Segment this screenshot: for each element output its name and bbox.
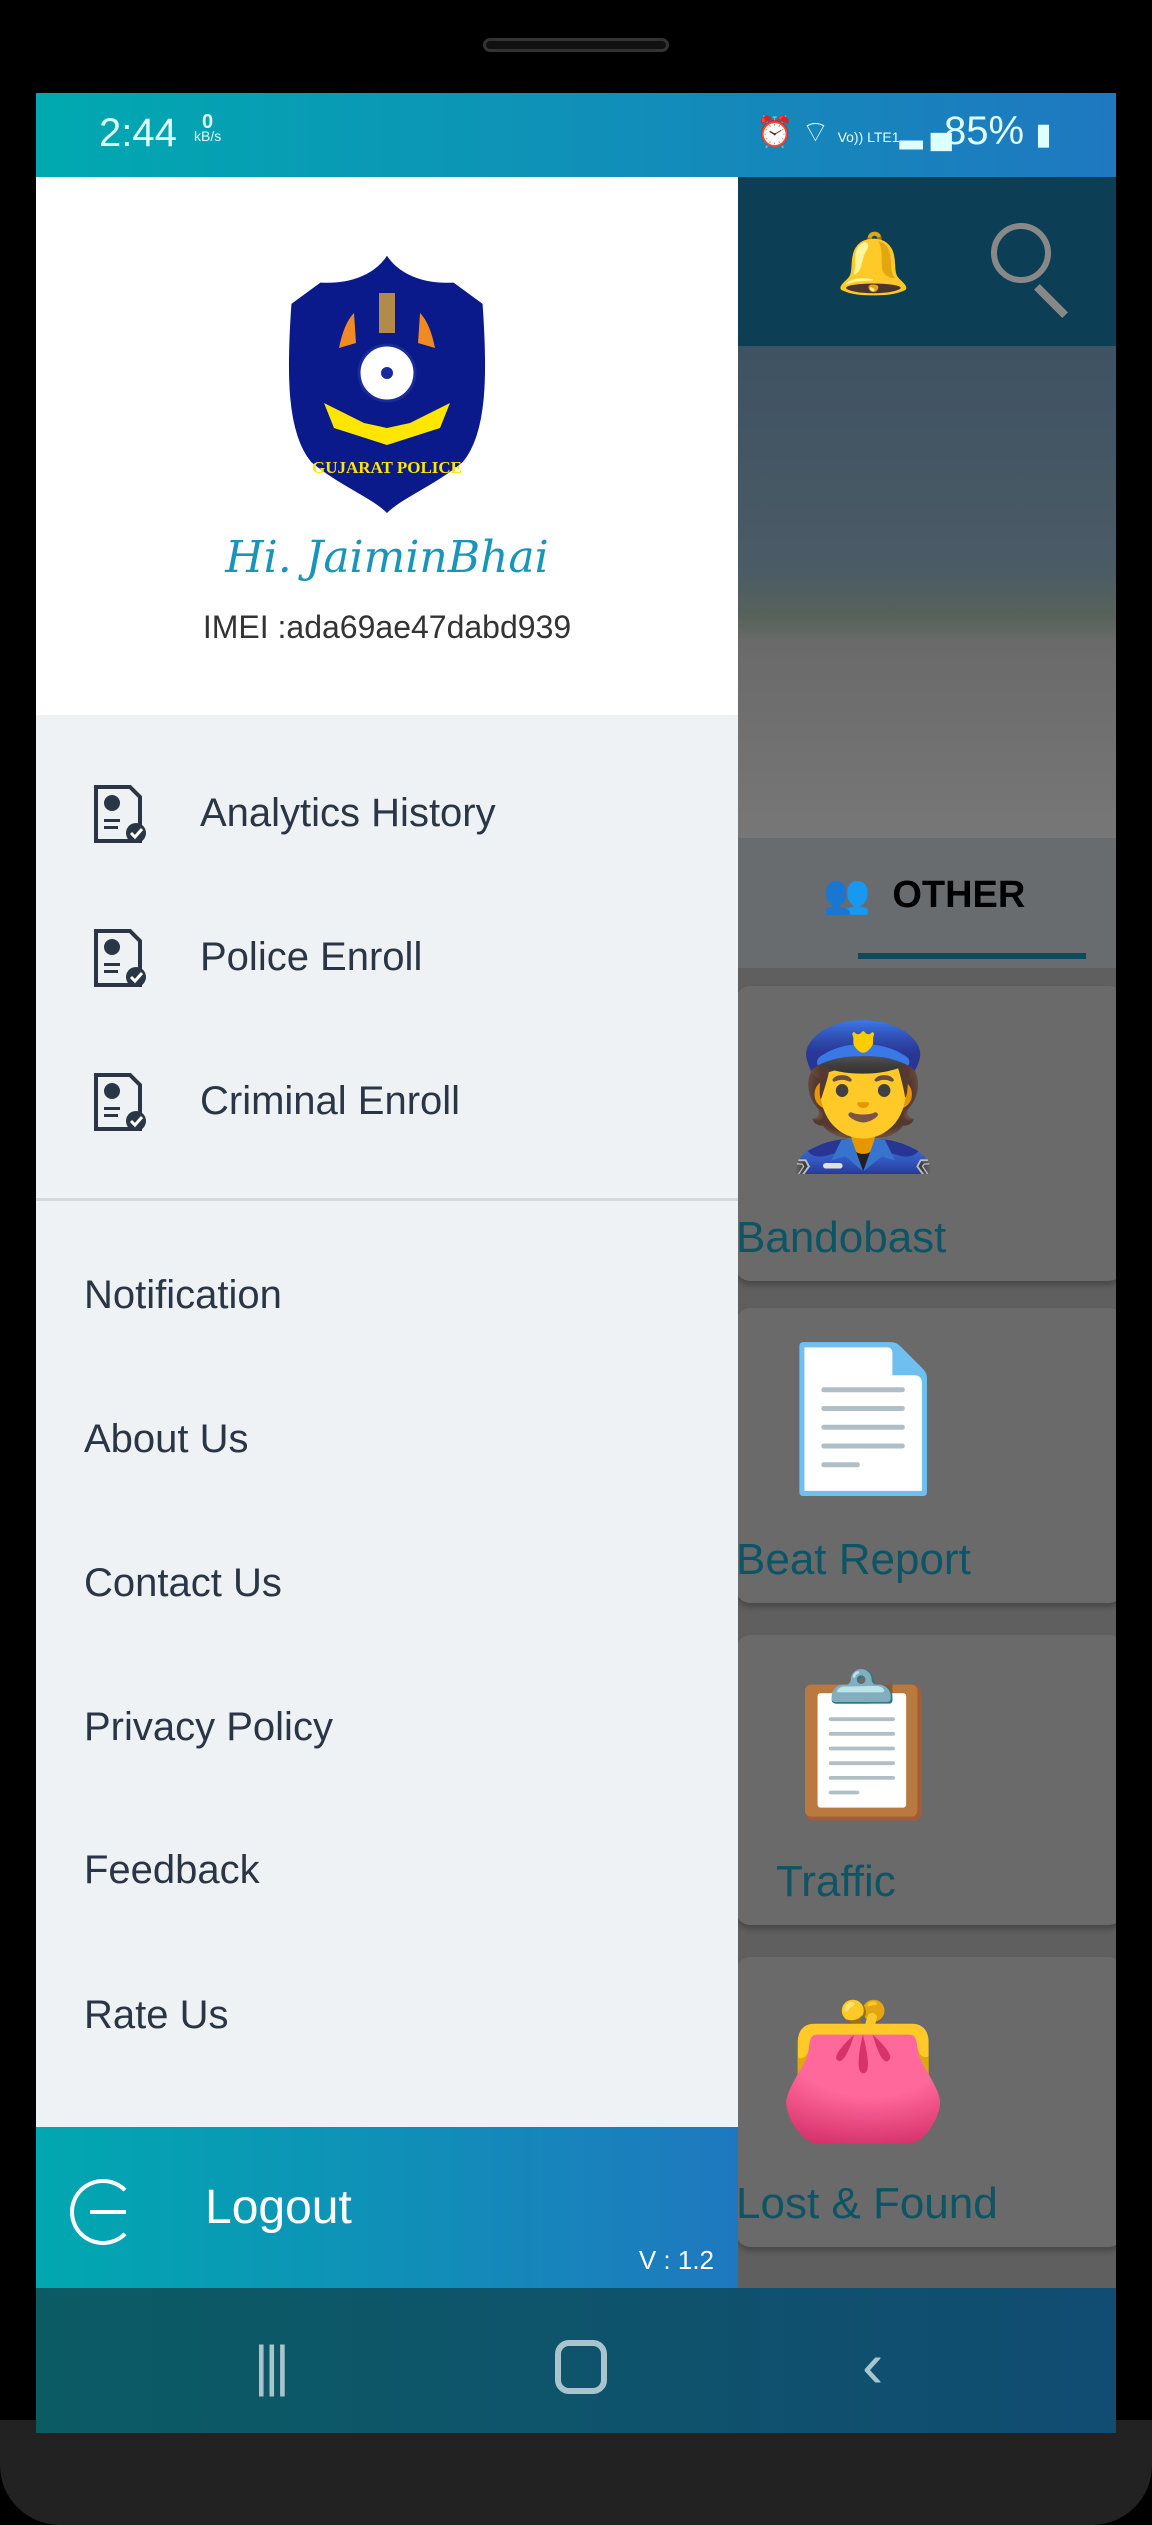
menu-item-rate-us[interactable]: Rate Us [84, 1993, 229, 2038]
system-nav-bar: ||| ‹ [36, 2288, 1116, 2433]
card-beat-report[interactable]: 📄 Beat Report [736, 1308, 1116, 1603]
menu-item-notification[interactable]: Notification [84, 1273, 282, 1318]
logout-button[interactable]: Logout V : 1.2 [36, 2127, 738, 2288]
status-bar: 2:44 0 kB/s ⏰⌔Vo)) LTE1▂▄ 85% ▮ [36, 93, 1116, 177]
bandobast-icon: 👮 [776, 1018, 951, 1175]
card-bandobast[interactable]: 👮 Bandobast [736, 986, 1116, 1281]
net-speed-value: 0 [202, 111, 214, 133]
battery-level: 85% ▮ [944, 109, 1052, 154]
imei-text: IMEI :ada69ae47dabd939 [202, 609, 572, 645]
card-label: Beat Report [736, 1535, 971, 1584]
volte-lte-icon: Vo)) LTE1 [837, 129, 900, 145]
card-label: Traffic [776, 1857, 896, 1906]
report-search-icon: 📄 [776, 1340, 951, 1497]
traffic-checklist-icon: 📋 [776, 1667, 951, 1824]
tab-other[interactable]: 👥 OTHER [823, 873, 1025, 917]
wifi-icon: ⌔ [801, 116, 838, 149]
back-icon[interactable]: ‹ [862, 2328, 883, 2402]
svg-text:GUJARAT POLICE: GUJARAT POLICE [312, 458, 462, 477]
menu-item-privacy-policy[interactable]: Privacy Policy [84, 1705, 333, 1750]
status-time: 2:44 [99, 111, 177, 155]
menu-item-police-enroll[interactable]: Police Enroll [36, 899, 738, 1019]
battery-charging-icon: ▮ [1035, 118, 1052, 151]
navigation-drawer: GUJARAT POLICE Hi. JaiminBhai IMEI :ada6… [36, 177, 738, 2288]
menu-item-feedback[interactable]: Feedback [84, 1848, 260, 1893]
menu-item-about-us[interactable]: About Us [84, 1417, 249, 1462]
group-people-icon: 👥 [823, 874, 871, 916]
card-label: Lost & Found [736, 2179, 998, 2228]
card-lost-found[interactable]: 👛 Lost & Found [736, 1957, 1116, 2247]
alarm-icon: ⏰ [756, 116, 802, 149]
tab-indicator [858, 953, 1086, 959]
phone-frame: 2:44 0 kB/s ⏰⌔Vo)) LTE1▂▄ 85% ▮ 🔔 👥 OTHER … [0, 0, 1152, 2525]
status-icons: ⏰⌔Vo)) LTE1▂▄ [756, 113, 960, 151]
gujarat-police-logo: GUJARAT POLICE [285, 253, 489, 515]
logout-icon [70, 2179, 136, 2245]
menu-item-contact-us[interactable]: Contact Us [84, 1561, 282, 1606]
menu-item-label: Analytics History [200, 791, 496, 835]
report-check-icon [94, 1073, 146, 1131]
phone-chin [0, 2420, 1152, 2525]
speaker [483, 38, 669, 52]
card-traffic[interactable]: 📋 Traffic [736, 1635, 1116, 1925]
net-speed: 0 kB/s [194, 111, 222, 144]
drawer-header: GUJARAT POLICE Hi. JaiminBhai IMEI :ada6… [36, 177, 738, 715]
tab-other-label: OTHER [892, 874, 1026, 916]
logout-label: Logout [205, 2181, 352, 2234]
report-check-icon [94, 785, 146, 843]
app-bar [736, 177, 1116, 346]
hero-image [736, 346, 1116, 838]
menu-item-analytics-history[interactable]: Analytics History [36, 755, 738, 875]
card-label: Bandobast [736, 1213, 947, 1262]
report-check-icon [94, 929, 146, 987]
home-icon[interactable] [555, 2340, 607, 2394]
greeting: Hi. JaiminBhai [225, 532, 549, 583]
menu-item-criminal-enroll[interactable]: Criminal Enroll [36, 1043, 738, 1163]
search-icon[interactable] [991, 223, 1051, 283]
drawer-divider [36, 1198, 738, 1201]
app-version: V : 1.2 [638, 2245, 714, 2275]
battery-percent: 85% [944, 109, 1025, 153]
menu-item-label: Criminal Enroll [200, 1079, 461, 1123]
lost-found-icon: 👛 [776, 1989, 951, 2146]
menu-item-label: Police Enroll [200, 935, 423, 979]
notification-bell-icon[interactable]: 🔔 [836, 228, 911, 299]
screen: 2:44 0 kB/s ⏰⌔Vo)) LTE1▂▄ 85% ▮ 🔔 👥 OTHER … [36, 93, 1116, 2433]
net-speed-unit: kB/s [194, 128, 222, 144]
recent-apps-icon[interactable]: ||| [254, 2333, 290, 2398]
